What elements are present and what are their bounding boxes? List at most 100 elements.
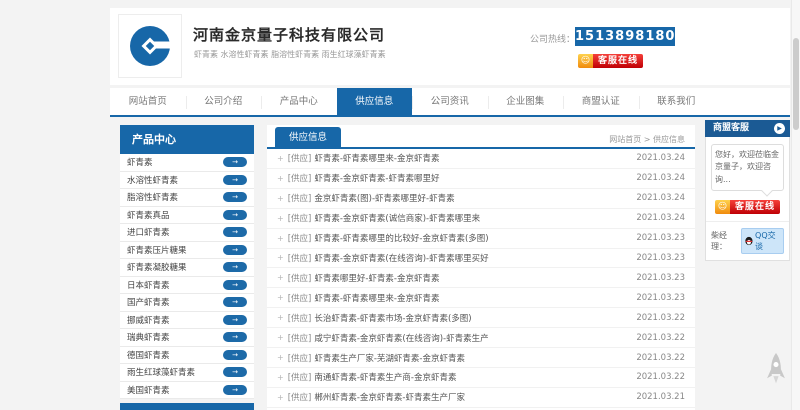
- qq-icon: [745, 236, 753, 246]
- supply-row[interactable]: +[供应]金京虾青素(图)-虾青素哪里好-虾青素2021.03.24: [267, 189, 695, 209]
- breadcrumb-home[interactable]: 网站首页: [609, 135, 641, 144]
- supply-row[interactable]: +[供应]虾青素-金京虾青素-虾青素哪里好2021.03.24: [267, 169, 695, 189]
- plus-icon: +: [277, 313, 284, 322]
- supply-tag: [供应]: [288, 391, 312, 403]
- sidebar-item-sweden[interactable]: 瑞典虾青素→: [120, 329, 254, 347]
- supply-date: 2021.03.22: [636, 353, 685, 363]
- supply-tag: [供应]: [288, 192, 312, 204]
- supply-title: 金京虾青素(图)-虾青素哪里好-虾青素: [314, 192, 628, 204]
- nav-item-about[interactable]: 公司介绍: [186, 88, 262, 115]
- sidebar-item-gel-candy[interactable]: 虾青素凝胶糖果 →: [120, 259, 254, 277]
- supply-title: 长治虾青素-虾青素市场-金京虾青素(多图): [314, 312, 628, 324]
- arrow-right-icon[interactable]: →: [223, 280, 247, 290]
- supply-row[interactable]: +[供应]咸宁虾青素-金京虾青素(在线咨询)-虾青素生产2021.03.22: [267, 328, 695, 348]
- sidebar-item-water-soluble[interactable]: 水溶性虾青素→: [120, 172, 254, 190]
- sidebar-item-label: 虾青素: [127, 156, 153, 168]
- sidebar-item-label: 德国虾青素: [127, 349, 170, 361]
- supply-date: 2021.03.23: [636, 233, 685, 243]
- supply-title: 虾青素-虾青素哪里的比较好-金京虾青素(多图): [314, 232, 628, 244]
- divider: [706, 221, 789, 222]
- qq-chat-button[interactable]: QQ交谈: [741, 228, 784, 254]
- supply-row[interactable]: +[供应]虾青素哪里好-虾青素-金京虾青素2021.03.23: [267, 268, 695, 288]
- service-online-label: 客服在线: [593, 54, 643, 68]
- arrow-right-icon[interactable]: →: [223, 385, 247, 395]
- sidebar-item-germany[interactable]: 德国虾青素 →: [120, 347, 254, 365]
- sidebar-item-norway[interactable]: 挪威虾青素→: [120, 312, 254, 330]
- smiley-icon: ☺: [578, 54, 593, 68]
- service-online-label: 客服在线: [730, 200, 780, 214]
- supply-date: 2021.03.23: [636, 253, 685, 263]
- supply-row[interactable]: +[供应]郴州虾青素-金京虾青素-虾青素生产厂家2021.03.21: [267, 388, 695, 408]
- arrow-right-icon[interactable]: →: [223, 332, 247, 342]
- sidebar-item-imported[interactable]: 进口虾青素→: [120, 224, 254, 242]
- supply-date: 2021.03.24: [636, 153, 685, 163]
- supply-tag: [供应]: [288, 272, 312, 284]
- supply-title: 虾青素-金京虾青素(诚信商家)-虾青素哪里来: [314, 212, 628, 224]
- plus-icon: +: [277, 214, 284, 223]
- greeting-bubble: 您好，欢迎莅临金京量子，欢迎咨询...: [711, 144, 784, 191]
- scrollbar-track[interactable]: [791, 0, 800, 410]
- sidebar-item-japan[interactable]: 日本虾青素 →: [120, 277, 254, 295]
- arrow-right-icon[interactable]: →: [223, 245, 247, 255]
- sidebar-item-label: 日本虾青素: [127, 279, 170, 291]
- plus-icon: +: [277, 174, 284, 183]
- arrow-right-icon[interactable]: →: [223, 297, 247, 307]
- supply-row[interactable]: +[供应]南通虾青素-虾青素生产商-金京虾青素2021.03.22: [267, 368, 695, 388]
- arrow-right-icon[interactable]: →: [223, 227, 247, 237]
- sidebar-item-genuine[interactable]: 虾青素真品→: [120, 207, 254, 225]
- smiley-icon: ☺: [715, 200, 730, 214]
- arrow-right-icon[interactable]: →: [223, 192, 247, 202]
- nav-item-home[interactable]: 网站首页: [110, 88, 186, 115]
- logo-icon: [125, 21, 175, 71]
- tab-supply-info[interactable]: 供应信息: [275, 127, 341, 149]
- breadcrumb: 网站首页 > 供应信息: [609, 134, 685, 145]
- back-to-top-rocket-icon[interactable]: [763, 352, 789, 400]
- supply-date: 2021.03.22: [636, 333, 685, 343]
- nav-item-contact[interactable]: 联系我们: [639, 88, 715, 115]
- supply-row[interactable]: +[供应]虾青素-虾青素哪里的比较好-金京虾青素(多图)2021.03.23: [267, 229, 695, 249]
- supply-tag: [供应]: [288, 371, 312, 383]
- arrow-right-icon[interactable]: →: [223, 315, 247, 325]
- supply-row[interactable]: +[供应]长治虾青素-虾青素市场-金京虾青素(多图)2021.03.22: [267, 308, 695, 328]
- sidebar-item-label: 虾青素压片糖果: [127, 244, 187, 256]
- scrollbar-thumb[interactable]: [793, 38, 799, 130]
- plus-icon: +: [277, 393, 284, 402]
- sidebar-item-domestic[interactable]: 国产虾青素→: [120, 294, 254, 312]
- collapse-play-icon[interactable]: ▶: [774, 123, 785, 134]
- sidebar-service-online-button[interactable]: ☺ 客服在线: [715, 200, 780, 214]
- supply-row[interactable]: +[供应]虾青素-金京虾青素(诚信商家)-虾青素哪里来2021.03.24: [267, 209, 695, 229]
- supply-panel: 供应信息 网站首页 > 供应信息 +[供应]虾青素-虾青素哪里来-金京虾青素20…: [267, 125, 695, 410]
- supply-tag: [供应]: [288, 252, 312, 264]
- nav-item-supply-active[interactable]: 供应信息: [337, 88, 413, 115]
- supply-row[interactable]: +[供应]虾青素-虾青素哪里来-金京虾青素2021.03.24: [267, 149, 695, 169]
- supply-date: 2021.03.22: [636, 372, 685, 382]
- company-logo[interactable]: [118, 14, 182, 78]
- sidebar-title: 产品中心: [120, 125, 254, 154]
- qq-chat-label: QQ交谈: [755, 230, 780, 252]
- sidebar-item-label: 虾青素凝胶糖果: [127, 261, 187, 273]
- header-service-online-button[interactable]: ☺ 客服在线: [578, 54, 643, 68]
- arrow-right-icon[interactable]: →: [223, 350, 247, 360]
- nav-item-products[interactable]: 产品中心: [261, 88, 337, 115]
- supply-row[interactable]: +[供应]虾青素-虾青素哪里来-金京虾青素2021.03.23: [267, 288, 695, 308]
- sidebar-item-label: 脂溶性虾青素: [127, 191, 178, 203]
- sidebar-item-tablet-candy[interactable]: 虾青素压片糖果 →: [120, 242, 254, 260]
- nav-item-certification[interactable]: 商盟认证: [563, 88, 639, 115]
- arrow-right-icon[interactable]: →: [223, 175, 247, 185]
- sidebar-item-haematococcus[interactable]: 雨生红球藻虾青素→: [120, 364, 254, 382]
- sidebar-item-usa[interactable]: 美国虾青素→: [120, 382, 254, 400]
- nav-item-news[interactable]: 公司资讯: [412, 88, 488, 115]
- supply-title: 虾青素生产厂家-芜湖虾青素-金京虾青素: [314, 352, 628, 364]
- supply-row[interactable]: +[供应]虾青素-金京虾青素(在线咨询)-虾青素哪里买好2021.03.23: [267, 249, 695, 269]
- supply-row[interactable]: +[供应]虾青素生产厂家-芜湖虾青素-金京虾青素2021.03.22: [267, 348, 695, 368]
- arrow-right-icon[interactable]: →: [223, 262, 247, 272]
- product-list: 虾青素 → 水溶性虾青素→ 脂溶性虾青素 → 虾青素真品→ 进口虾青素→ 虾青素压片…: [120, 154, 254, 399]
- arrow-right-icon[interactable]: →: [223, 367, 247, 377]
- nav-item-gallery[interactable]: 企业图集: [488, 88, 564, 115]
- arrow-right-icon[interactable]: →: [223, 210, 247, 220]
- sidebar-item-astaxanthin[interactable]: 虾青素 →: [120, 154, 254, 172]
- supply-tag: [供应]: [288, 332, 312, 344]
- arrow-right-icon[interactable]: →: [223, 157, 247, 167]
- sidebar-item-fat-soluble[interactable]: 脂溶性虾青素 →: [120, 189, 254, 207]
- company-tagline: 虾青素 水溶性虾青素 脂溶性虾青素 雨生红球藻虾青素: [194, 49, 386, 60]
